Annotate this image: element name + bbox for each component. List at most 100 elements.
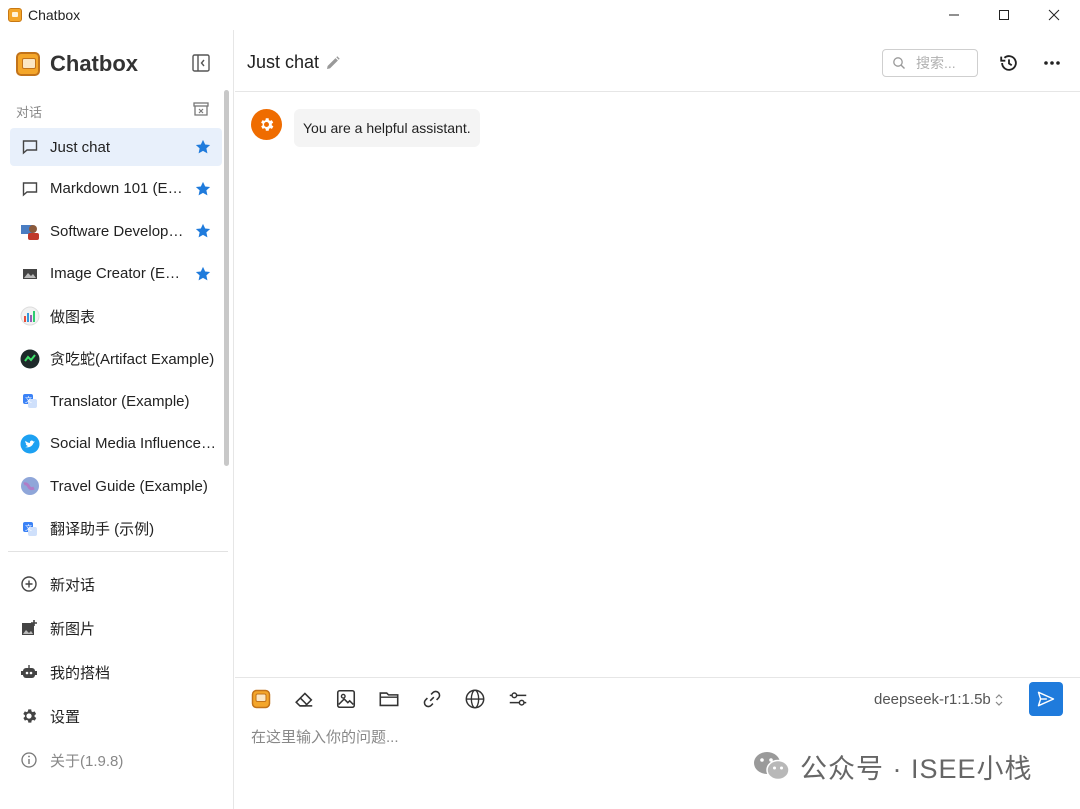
star-icon[interactable]: [194, 222, 212, 240]
web-browsing-button[interactable]: [463, 687, 487, 711]
search-box[interactable]: [882, 49, 978, 77]
brand-name: Chatbox: [50, 51, 138, 76]
model-selector[interactable]: deepseek-r1:1.5b: [874, 691, 1004, 708]
new-chat-label: 新对话: [50, 576, 96, 594]
chat-bubble-icon: [20, 179, 40, 199]
collapse-sidebar-button[interactable]: [191, 53, 211, 73]
my-copilots-button[interactable]: 我的搭档: [20, 660, 110, 684]
send-icon: [1037, 691, 1055, 707]
link-icon: [423, 690, 441, 708]
conversation-label: Image Creator (Example): [50, 265, 185, 282]
star-icon[interactable]: [194, 138, 212, 156]
translate-icon: 文: [20, 519, 40, 539]
message-input[interactable]: [251, 726, 951, 748]
search-icon: [893, 57, 905, 69]
developer-avatar-icon: [20, 221, 40, 241]
twitter-bird-icon: [20, 434, 40, 454]
settings-button[interactable]: 设置: [20, 704, 80, 728]
snake-game-avatar-icon: [20, 349, 40, 369]
attach-image-button[interactable]: [334, 687, 358, 711]
chevron-up-down-icon: [995, 693, 1003, 706]
conversation-item[interactable]: 文 翻译助手 (示例): [10, 509, 222, 549]
send-button[interactable]: [1029, 682, 1063, 716]
sidebar-divider: [8, 551, 228, 552]
sidebar: Chatbox 对话 Just chat Markdown 101 (Exa S…: [0, 30, 234, 809]
chat-bubble-icon: [20, 137, 40, 157]
close-window-button[interactable]: [1029, 0, 1079, 30]
conversation-item[interactable]: Just chat: [10, 128, 222, 166]
system-message: You are a helpful assistant.: [251, 109, 480, 147]
new-image-label: 新图片: [50, 620, 96, 638]
system-avatar: [251, 109, 282, 140]
conversation-item[interactable]: 贪吃蛇(Artifact Example): [10, 339, 222, 379]
conversation-label: 翻译助手 (示例): [50, 521, 155, 538]
session-settings-button[interactable]: [506, 687, 530, 711]
conversation-label: Travel Guide (Example): [50, 477, 208, 495]
minimize-button[interactable]: [929, 0, 979, 30]
composer: deepseek-r1:1.5b: [235, 677, 1080, 809]
watermark-text: 公众号 · ISEE小栈: [800, 753, 1033, 784]
chatbox-app-icon: [8, 8, 22, 22]
conversation-label: 做图表: [50, 308, 96, 326]
info-icon: [20, 751, 38, 769]
window-titlebar: Chatbox: [0, 0, 1080, 30]
image-icon: [336, 689, 356, 709]
settings-label: 设置: [50, 708, 81, 726]
conversation-label: 贪吃蛇(Artifact Example): [50, 351, 215, 368]
folder-icon: [379, 692, 399, 707]
conversation-item[interactable]: Software Developer (Example): [10, 211, 222, 251]
chart-avatar-icon: [20, 306, 40, 326]
new-image-button[interactable]: 新图片: [20, 616, 95, 640]
copilot-button[interactable]: [249, 687, 273, 711]
my-copilots-label: 我的搭档: [50, 664, 111, 682]
history-button[interactable]: [998, 52, 1020, 74]
eraser-icon: [295, 692, 313, 707]
clear-conversations-button[interactable]: [192, 100, 210, 118]
new-chat-button[interactable]: 新对话: [20, 572, 95, 596]
conversation-item[interactable]: Image Creator (Example): [10, 254, 222, 294]
sidebar-scrollbar[interactable]: [224, 90, 229, 466]
conversation-label: Translator (Example): [50, 392, 190, 410]
add-image-icon: [20, 619, 38, 637]
sliders-icon: [509, 692, 527, 706]
conversation-list: Just chat Markdown 101 (Example) Softwar…: [10, 128, 222, 548]
image-icon: [20, 264, 40, 284]
conversation-label: Social Media Influencer (Example): [50, 435, 220, 452]
about-button[interactable]: 关于(1.9.8): [20, 748, 123, 772]
maximize-button[interactable]: [979, 0, 1029, 30]
model-name: deepseek-r1:1.5b: [874, 691, 991, 708]
chat-header: Just chat: [235, 30, 1080, 92]
archive-icon: [193, 102, 209, 116]
chat-title-text: Just chat: [247, 52, 320, 72]
chat-title[interactable]: Just chat: [247, 52, 341, 73]
more-options-button[interactable]: [1041, 52, 1063, 74]
window-title: Chatbox: [28, 7, 81, 23]
close-icon: [1048, 9, 1060, 21]
conversation-item[interactable]: Markdown 101 (Example): [10, 169, 222, 209]
svg-text:文: 文: [25, 395, 32, 404]
attach-link-button[interactable]: [420, 687, 444, 711]
wechat-icon: [754, 752, 790, 781]
add-circle-icon: [20, 575, 38, 593]
gear-icon: [20, 707, 38, 725]
conversation-label: Just chat: [50, 138, 111, 156]
conversation-item[interactable]: Travel Guide (Example): [10, 466, 222, 506]
globe-icon: [465, 689, 485, 709]
conversation-item[interactable]: 文 Translator (Example): [10, 381, 222, 421]
about-label: 关于(1.9.8): [50, 752, 124, 770]
conversation-label: Markdown 101 (Example): [50, 180, 185, 197]
clear-context-button[interactable]: [292, 687, 316, 711]
history-icon: [1000, 55, 1017, 71]
search-input[interactable]: [916, 55, 976, 71]
star-icon[interactable]: [194, 180, 212, 198]
star-icon[interactable]: [194, 265, 212, 283]
chatbox-logo-icon: [251, 689, 271, 709]
attach-file-button[interactable]: [377, 687, 401, 711]
gear-icon: [261, 118, 274, 131]
conversation-item[interactable]: 做图表: [10, 296, 222, 336]
pencil-icon[interactable]: [325, 55, 341, 71]
message-bubble[interactable]: You are a helpful assistant.: [294, 109, 480, 147]
conversation-label: Software Developer (Example): [50, 222, 185, 240]
chat-panel: Just chat You are a helpful assistant.: [235, 30, 1080, 809]
conversation-item[interactable]: Social Media Influencer (Example): [10, 424, 222, 464]
